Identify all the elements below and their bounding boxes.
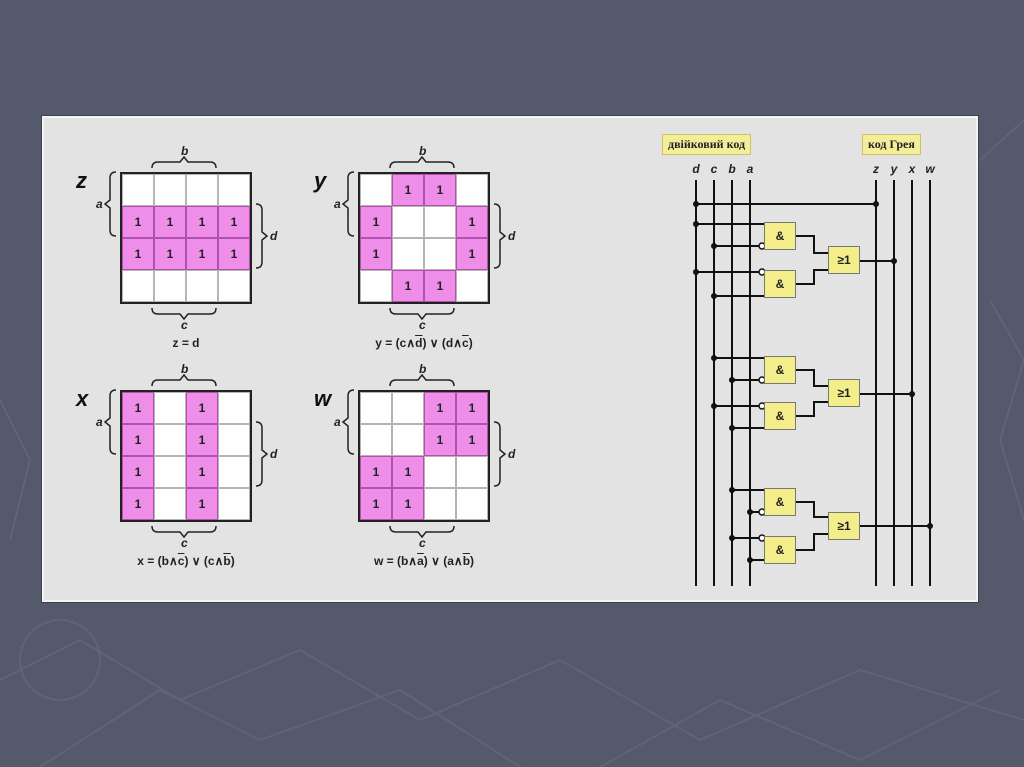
input-label-a: a [746, 162, 754, 176]
output-label-z: z [873, 162, 879, 176]
gray-code-header: код Грея [862, 134, 921, 155]
input-label-c: c [710, 162, 718, 176]
or-gate: ≥1 [828, 379, 860, 407]
input-label-d: d [692, 162, 700, 176]
input-label-b: b [728, 162, 736, 176]
output-label-x: x [908, 162, 916, 176]
or-gate: ≥1 [828, 512, 860, 540]
and-gate: & [764, 402, 796, 430]
and-gate: & [764, 356, 796, 384]
output-label-y: y [890, 162, 898, 176]
binary-code-header: двійковий код [662, 134, 752, 155]
and-gate: & [764, 488, 796, 516]
or-gate: ≥1 [828, 246, 860, 274]
gray-code-circuit-wires [693, 180, 933, 586]
and-gate: & [764, 222, 796, 250]
and-gate: & [764, 536, 796, 564]
and-gate: & [764, 270, 796, 298]
output-label-w: w [925, 162, 935, 176]
